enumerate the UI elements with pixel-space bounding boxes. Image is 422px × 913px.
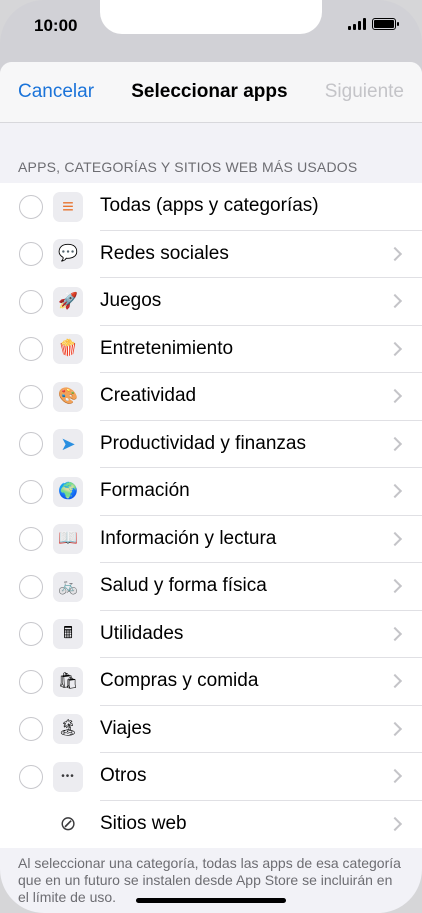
list-item[interactable]: 🚀 Juegos [0, 278, 422, 326]
list-item[interactable]: 🛍 Compras y comida [0, 658, 422, 706]
list-item-label: Juegos [100, 290, 162, 312]
page-title: Seleccionar apps [131, 81, 288, 102]
chevron-right-icon[interactable] [387, 721, 403, 736]
row-content: Otros [100, 753, 422, 801]
selection-radio[interactable] [19, 622, 43, 647]
list-item[interactable]: 💬 Redes sociales [0, 231, 422, 278]
chevron-right-icon[interactable] [387, 626, 403, 641]
ellipsis-icon: ••• [53, 761, 83, 792]
list-item[interactable]: 🍿 Entretenimiento [0, 326, 422, 373]
list-item-label: Creatividad [100, 385, 197, 407]
row-content: Juegos [100, 278, 422, 326]
popcorn-icon: 🍿 [53, 334, 83, 365]
home-indicator[interactable] [136, 898, 286, 903]
navigation-bar: Cancelar Seleccionar apps Siguiente [0, 62, 422, 123]
chevron-right-icon[interactable] [387, 389, 403, 404]
category-list: ≡ Todas (apps y categorías) 💬 Redes sociale… [0, 183, 422, 848]
selection-radio[interactable] [19, 717, 43, 742]
list-item-label: Sitios web [100, 813, 187, 835]
list-item-label: Entretenimiento [100, 337, 234, 359]
chevron-right-icon[interactable] [387, 341, 403, 356]
chevron-right-icon[interactable] [387, 531, 403, 546]
chevron-right-icon[interactable] [387, 769, 403, 784]
selection-radio[interactable] [19, 527, 43, 552]
status-icons [348, 18, 399, 30]
row-content: Salud y forma física [100, 563, 422, 611]
cellular-signal-icon [348, 18, 366, 30]
selection-radio[interactable] [19, 242, 43, 267]
list-item-label: Viajes [100, 717, 152, 739]
bicycle-icon: 🚲 [53, 571, 83, 602]
list-item[interactable]: 🖩 Utilidades [0, 611, 422, 658]
selection-radio[interactable] [19, 194, 43, 219]
row-content: Productividad y finanzas [100, 421, 422, 468]
list-item-label: Compras y comida [100, 670, 259, 692]
select-apps-sheet: Cancelar Seleccionar apps Siguiente APPS… [0, 62, 422, 913]
shopping-bag-icon: 🛍 [53, 666, 83, 697]
cancel-button[interactable]: Cancelar [18, 81, 94, 103]
screen: 10:00 Cancelar Seleccionar apps Siguient… [0, 0, 422, 913]
list-item[interactable]: ≡ Todas (apps y categorías) [0, 183, 422, 231]
paper-plane-icon: ➤ [53, 429, 83, 460]
chevron-right-icon[interactable] [387, 674, 403, 689]
list-item-label: Otros [100, 765, 147, 787]
chevron-right-icon[interactable] [387, 294, 403, 309]
list-item-label: Formación [100, 480, 190, 502]
paint-palette-icon: 🎨 [53, 381, 83, 412]
list-item-label: Utilidades [100, 622, 184, 644]
list-item-label: Información y lectura [100, 527, 277, 549]
row-content: Utilidades [100, 611, 422, 658]
row-content: Viajes [100, 706, 422, 753]
selection-radio[interactable] [19, 669, 43, 694]
selection-radio[interactable] [19, 384, 43, 409]
chevron-right-icon[interactable] [387, 817, 403, 832]
open-book-icon: 📖 [53, 524, 83, 555]
selection-radio[interactable] [19, 289, 43, 314]
selection-radio[interactable] [19, 764, 43, 789]
battery-full-icon [372, 18, 399, 30]
list-item-label: Redes sociales [100, 242, 229, 264]
status-time: 10:00 [34, 16, 78, 35]
selection-radio[interactable] [19, 574, 43, 599]
next-button[interactable]: Siguiente [325, 81, 404, 103]
stack-layers-icon: ≡ [53, 191, 83, 222]
list-item-label: Todas (apps y categorías) [100, 195, 319, 217]
notch [100, 0, 322, 34]
palm-tree-island-icon: 🏝 [53, 714, 83, 745]
rocket-icon: 🚀 [53, 286, 83, 317]
chevron-right-icon[interactable] [387, 484, 403, 499]
row-content: Entretenimiento [100, 326, 422, 373]
row-content: Formación [100, 468, 422, 516]
list-item[interactable]: 🎨 Creatividad [0, 373, 422, 421]
list-item[interactable]: ••• Otros [0, 753, 422, 801]
list-item[interactable]: 📖 Información y lectura [0, 516, 422, 563]
row-content: Redes sociales [100, 231, 422, 278]
list-item[interactable]: 🚲 Salud y forma física [0, 563, 422, 611]
list-item-label: Salud y forma física [100, 575, 267, 597]
chevron-right-icon[interactable] [387, 246, 403, 261]
compass-icon: ⊘ [53, 809, 83, 840]
row-content: Todas (apps y categorías) [100, 183, 422, 231]
selection-radio[interactable] [19, 337, 43, 362]
chat-bubbles-icon: 💬 [53, 239, 83, 270]
list-item[interactable]: 🏝 Viajes [0, 706, 422, 753]
list-item[interactable]: 🌍 Formación [0, 468, 422, 516]
row-content: Información y lectura [100, 516, 422, 563]
row-content: Sitios web [100, 801, 422, 849]
calculator-icon: 🖩 [53, 619, 83, 650]
chevron-right-icon[interactable] [387, 579, 403, 594]
selection-radio[interactable] [19, 432, 43, 457]
section-header: APPS, CATEGORÍAS Y SITIOS WEB MÁS USADOS [18, 159, 358, 175]
globe-icon: 🌍 [53, 476, 83, 507]
list-item-label: Productividad y finanzas [100, 432, 306, 454]
list-item[interactable]: ⊘ Sitios web [0, 801, 422, 849]
list-item[interactable]: ➤ Productividad y finanzas [0, 421, 422, 468]
row-content: Creatividad [100, 373, 422, 421]
chevron-right-icon[interactable] [387, 436, 403, 451]
row-content: Compras y comida [100, 658, 422, 706]
device-frame: 10:00 Cancelar Seleccionar apps Siguient… [0, 0, 422, 913]
selection-radio[interactable] [19, 479, 43, 504]
